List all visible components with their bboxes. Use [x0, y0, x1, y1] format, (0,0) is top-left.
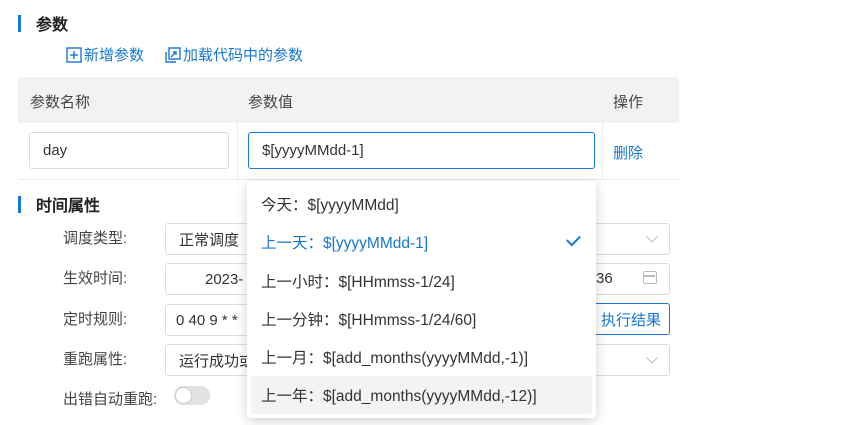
effective-time-label: 生效时间:	[63, 270, 128, 287]
cron-rule-value: 0 40 9 * *	[176, 311, 238, 329]
execution-result-button[interactable]: 执行结果	[590, 303, 670, 335]
load-params-label: 加载代码中的参数	[183, 47, 304, 64]
time-title-text: 时间属性	[36, 198, 101, 215]
dropdown-option-last-month[interactable]: 上一月：$[add_months(yyyyMMdd,-1)]	[251, 338, 592, 376]
option-label: 上一分钟：$[HHmmss-1/24/60]	[261, 312, 477, 329]
option-label: 上一小时：$[HHmmss-1/24]	[261, 274, 455, 291]
dropdown-option-yesterday[interactable]: 上一天：$[yyyyMMdd-1]	[251, 223, 592, 261]
dropdown-option-today[interactable]: 今天：$[yyyyMMdd]	[251, 185, 592, 223]
rerun-attr-value: 运行成功或	[179, 352, 255, 370]
effective-time-start: 2023-	[205, 270, 244, 288]
header-param-value: 参数值	[248, 94, 294, 111]
header-param-name: 参数名称	[30, 94, 91, 111]
calendar-icon[interactable]	[643, 271, 657, 284]
option-label: 上一天：$[yyyyMMdd-1]	[261, 235, 429, 252]
effective-time-end: 36	[596, 270, 613, 287]
section-marker	[18, 14, 21, 32]
table-header: 参数名称 参数值 操作	[18, 77, 679, 123]
time-section-title: 时间属性	[18, 192, 100, 216]
option-label: 今天：$[yyyyMMdd]	[261, 197, 399, 214]
option-label: 上一年：$[add_months(yyyyMMdd,-12)]	[261, 388, 537, 405]
plus-square-icon	[66, 46, 82, 63]
params-section-title: 参数	[18, 11, 68, 35]
add-param-button[interactable]: 新增参数	[66, 44, 144, 65]
header-action: 操作	[613, 94, 644, 111]
param-value-input[interactable]: $[yyyyMMdd-1]	[248, 132, 595, 169]
dropdown-option-last-hour[interactable]: 上一小时：$[HHmmss-1/24]	[251, 262, 592, 300]
option-label: 上一月：$[add_months(yyyyMMdd,-1)]	[261, 350, 529, 367]
execution-result-label: 执行结果	[600, 311, 661, 329]
rerun-attr-label: 重跑属性:	[63, 351, 128, 368]
schedule-type-value: 正常调度	[179, 231, 240, 249]
auto-rerun-label: 出错自动重跑:	[63, 391, 158, 408]
column-divider	[602, 123, 603, 180]
dropdown-option-last-minute[interactable]: 上一分钟：$[HHmmss-1/24/60]	[251, 300, 592, 338]
toggle-knob	[176, 388, 191, 403]
load-params-button[interactable]: 加载代码中的参数	[165, 44, 303, 65]
param-name-input[interactable]: day	[29, 132, 229, 169]
check-icon	[566, 231, 581, 247]
import-icon	[165, 46, 181, 63]
cron-rule-label: 定时规则:	[63, 311, 128, 328]
params-title-text: 参数	[36, 17, 69, 34]
schedule-type-label: 调度类型:	[63, 230, 128, 247]
column-divider	[237, 123, 238, 180]
add-param-label: 新增参数	[84, 47, 145, 64]
auto-rerun-toggle[interactable]	[174, 386, 210, 405]
section-marker	[18, 195, 21, 213]
delete-link[interactable]: 删除	[613, 142, 643, 163]
dropdown-option-last-year[interactable]: 上一年：$[add_months(yyyyMMdd,-12)]	[251, 376, 592, 414]
param-value-dropdown: 今天：$[yyyyMMdd] 上一天：$[yyyyMMdd-1] 上一小时：$[…	[247, 181, 596, 418]
